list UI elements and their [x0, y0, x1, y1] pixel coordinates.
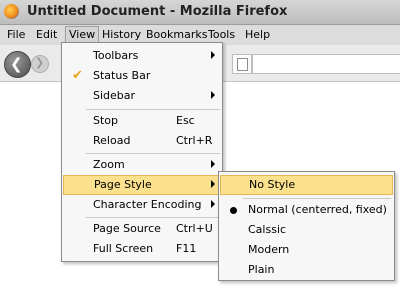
submenu-arrow-icon: [211, 51, 215, 59]
menuitem-zoom[interactable]: Zoom: [63, 155, 221, 175]
menu-file[interactable]: File: [5, 27, 27, 43]
menuitem-label: No Style: [249, 178, 296, 191]
menuitem-full-screen[interactable]: Full Screen F11: [63, 239, 221, 259]
menuitem-label: Sidebar: [93, 89, 136, 102]
checkmark-icon: ✔: [72, 68, 83, 83]
menuitem-page-source[interactable]: Page Source Ctrl+U: [63, 219, 221, 239]
forward-arrow-icon: ❯: [35, 56, 45, 69]
menu-help[interactable]: Help: [243, 27, 272, 43]
menuitem-label: Character Encoding: [93, 198, 202, 211]
menuitem-label: Toolbars: [93, 49, 139, 62]
menuitem-shortcut: Ctrl+R: [176, 134, 213, 147]
menu-bookmarks[interactable]: Bookmarks: [144, 27, 209, 43]
title-bar: Untitled Document - Mozilla Firefox: [0, 0, 400, 25]
radio-dot-icon: [230, 207, 237, 214]
menuitem-label: Page Source: [93, 222, 161, 235]
menuitem-label: Plain: [248, 263, 275, 276]
menu-history[interactable]: History: [100, 27, 143, 43]
page-style-submenu: No Style Normal (centerred, fixed) Calss…: [218, 171, 395, 281]
menuitem-shortcut: F11: [176, 242, 197, 255]
menuitem-stop[interactable]: Stop Esc: [63, 111, 221, 131]
menuitem-toolbars[interactable]: Toolbars: [63, 46, 221, 66]
submenu-arrow-icon: [211, 200, 215, 208]
menuitem-calssic-style[interactable]: Calssic: [220, 220, 393, 240]
menu-tools[interactable]: Tools: [206, 27, 237, 43]
menuitem-shortcut: Esc: [176, 114, 195, 127]
menuitem-label: Page Style: [94, 178, 152, 191]
menu-edit[interactable]: Edit: [34, 27, 59, 43]
menuitem-normal-style[interactable]: Normal (centerred, fixed): [220, 200, 393, 220]
menu-separator: [86, 109, 220, 110]
menuitem-shortcut: Ctrl+U: [176, 222, 213, 235]
page-icon: [237, 58, 248, 71]
menuitem-label: Calssic: [248, 223, 287, 236]
back-arrow-icon: ❮: [10, 55, 23, 73]
forward-button[interactable]: ❯: [31, 55, 49, 73]
menu-separator: [86, 153, 220, 154]
view-menu: Toolbars ✔ Status Bar Sidebar Stop Esc R…: [61, 42, 223, 262]
menu-separator: [86, 217, 220, 218]
menuitem-status-bar[interactable]: ✔ Status Bar: [63, 66, 221, 86]
submenu-arrow-icon: [211, 160, 215, 168]
submenu-arrow-icon: [211, 180, 215, 188]
back-button[interactable]: ❮: [4, 51, 31, 78]
menuitem-label: Reload: [93, 134, 131, 147]
menuitem-label: Stop: [93, 114, 119, 127]
menuitem-character-encoding[interactable]: Character Encoding: [63, 195, 221, 215]
menuitem-label: Zoom: [93, 158, 125, 171]
menuitem-no-style[interactable]: No Style: [220, 175, 393, 195]
menu-separator: [243, 198, 391, 199]
menuitem-reload[interactable]: Reload Ctrl+R: [63, 131, 221, 151]
menuitem-label: Status Bar: [93, 69, 151, 82]
menuitem-sidebar[interactable]: Sidebar: [63, 86, 221, 106]
menuitem-label: Full Screen: [93, 242, 154, 255]
menuitem-page-style[interactable]: Page Style: [63, 175, 221, 195]
menuitem-label: Modern: [248, 243, 290, 256]
submenu-arrow-icon: [211, 91, 215, 99]
menuitem-modern-style[interactable]: Modern: [220, 240, 393, 260]
site-identity-button[interactable]: [232, 54, 252, 74]
menuitem-label: Normal (centerred, fixed): [248, 203, 387, 216]
menuitem-plain-style[interactable]: Plain: [220, 260, 393, 280]
url-field[interactable]: [252, 54, 400, 74]
firefox-icon: [4, 4, 19, 19]
window-title: Untitled Document - Mozilla Firefox: [27, 4, 288, 19]
